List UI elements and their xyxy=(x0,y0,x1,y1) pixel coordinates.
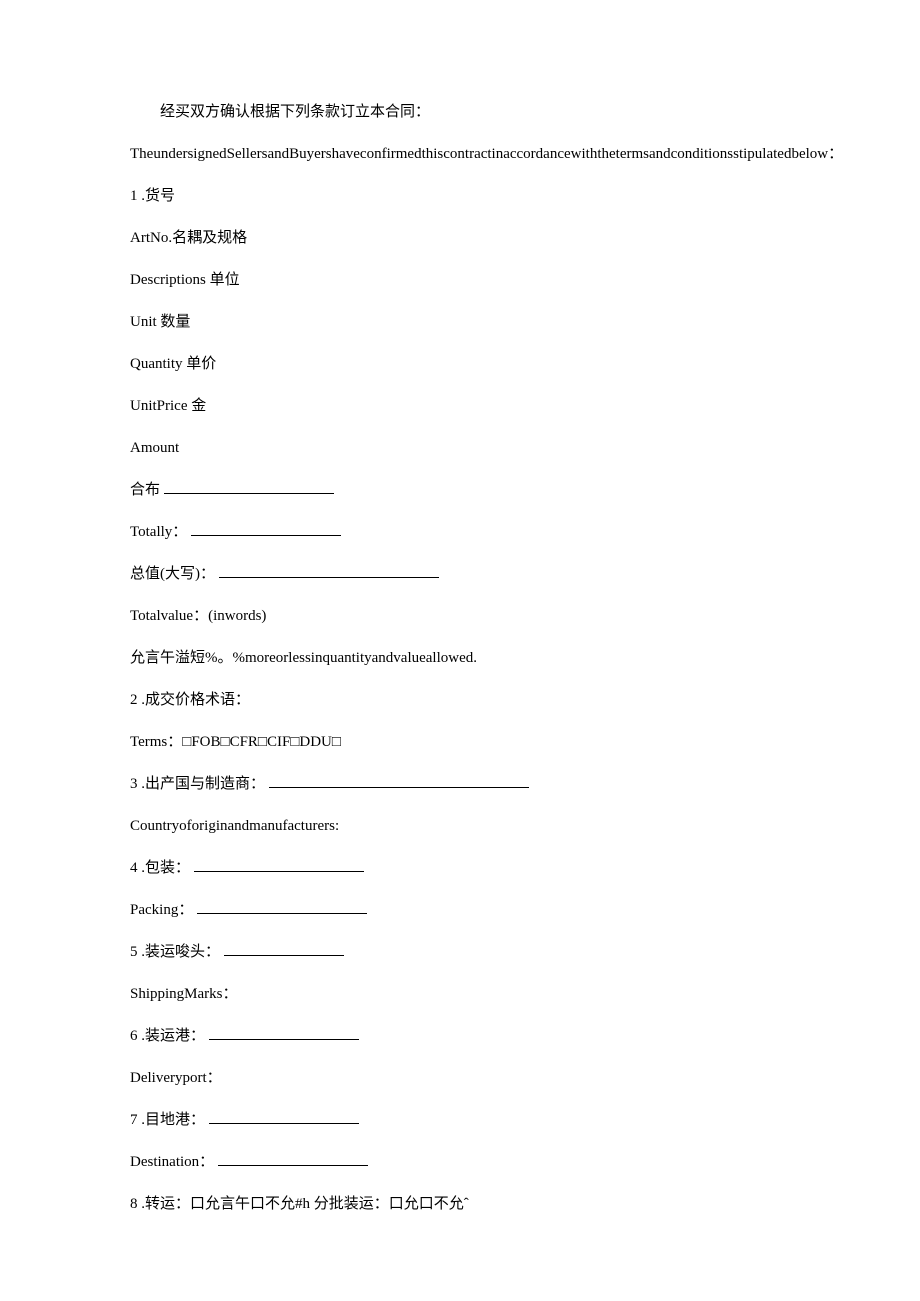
item1-unitprice: UnitPrice 金 xyxy=(100,394,820,418)
item1-allowance: 允言午溢短%。%moreorlessinquantityandvalueallo… xyxy=(100,646,820,670)
item1-unit-text: Unit 数量 xyxy=(130,314,190,330)
blank-fill[interactable] xyxy=(164,493,334,494)
item1-artno-text: ArtNo.名耦及规格 xyxy=(130,230,247,246)
blank-fill[interactable] xyxy=(197,913,367,914)
blank-fill[interactable] xyxy=(209,1039,359,1040)
item1-unit: Unit 数量 xyxy=(100,310,820,334)
blank-fill[interactable] xyxy=(224,955,344,956)
item4-en-text: Packing： xyxy=(130,902,193,918)
item1-desc-text: Descriptions 单位 xyxy=(130,272,240,288)
blank-fill[interactable] xyxy=(219,577,439,578)
item4-title: 4 .包装： xyxy=(100,856,820,880)
item1-qty-text: Quantity 单价 xyxy=(130,356,216,372)
blank-fill[interactable] xyxy=(269,787,529,788)
item1-allowance-text: 允言午溢短%。%moreorlessinquantityandvalueallo… xyxy=(130,650,477,666)
item1-amount: Amount xyxy=(100,436,820,460)
item1-amount-text: Amount xyxy=(130,440,179,456)
item8-title: 8 .转运：口允言午口不允#h 分批装运：口允口不允ˆ xyxy=(100,1192,820,1216)
item5-title-text: 5 .装运唆头： xyxy=(130,944,220,960)
item1-total-cn: 总值(大写)： xyxy=(100,562,820,586)
item6-en: Deliveryport： xyxy=(100,1066,820,1090)
item2-terms-text: Terms：□FOB□CFR□CIF□DDU□ xyxy=(130,734,341,750)
item1-unitprice-text: UnitPrice 金 xyxy=(130,398,206,414)
item3-title: 3 .出产国与制造商： xyxy=(100,772,820,796)
intro-en: TheundersignedSellersandBuyershaveconfir… xyxy=(100,142,820,166)
blank-fill[interactable] xyxy=(209,1123,359,1124)
intro-en-text: TheundersignedSellersandBuyershaveconfir… xyxy=(130,146,843,162)
item1-hebu-text: 合布 xyxy=(130,482,160,498)
item5-en-text: ShippingMarks： xyxy=(130,986,238,1002)
item5-title: 5 .装运唆头： xyxy=(100,940,820,964)
blank-fill[interactable] xyxy=(194,871,364,872)
item1-total-cn-text: 总值(大写)： xyxy=(130,566,215,582)
item1-num: 1 .货号 xyxy=(100,184,820,208)
item6-title: 6 .装运港： xyxy=(100,1024,820,1048)
item1-total-en: Totalvalue：(inwords) xyxy=(100,604,820,628)
item7-title: 7 .目地港： xyxy=(100,1108,820,1132)
item2-terms: Terms：□FOB□CFR□CIF□DDU□ xyxy=(100,730,820,754)
item3-en-text: Countryoforiginandmanufacturers: xyxy=(130,818,339,834)
item7-en-text: Destination： xyxy=(130,1154,214,1170)
item2-title: 2 .成交价格术语： xyxy=(100,688,820,712)
blank-fill[interactable] xyxy=(218,1165,368,1166)
item7-en: Destination： xyxy=(100,1150,820,1174)
blank-fill[interactable] xyxy=(191,535,341,536)
item1-hebu: 合布 xyxy=(100,478,820,502)
item6-title-text: 6 .装运港： xyxy=(130,1028,205,1044)
item1-total-en-text: Totalvalue：(inwords) xyxy=(130,608,266,624)
item1-num-text: 1 .货号 xyxy=(130,188,175,204)
item5-en: ShippingMarks： xyxy=(100,982,820,1006)
item4-en: Packing： xyxy=(100,898,820,922)
item1-artno: ArtNo.名耦及规格 xyxy=(100,226,820,250)
item1-totally-text: Totally： xyxy=(130,524,187,540)
intro-cn: 经买双方确认根据下列条款订立本合同： xyxy=(100,100,820,124)
item2-title-text: 2 .成交价格术语： xyxy=(130,692,250,708)
item3-en: Countryoforiginandmanufacturers: xyxy=(100,814,820,838)
intro-cn-text: 经买双方确认根据下列条款订立本合同： xyxy=(160,104,430,120)
item1-desc: Descriptions 单位 xyxy=(100,268,820,292)
item4-title-text: 4 .包装： xyxy=(130,860,190,876)
item6-en-text: Deliveryport： xyxy=(130,1070,222,1086)
item1-qty: Quantity 单价 xyxy=(100,352,820,376)
item7-title-text: 7 .目地港： xyxy=(130,1112,205,1128)
item1-totally: Totally： xyxy=(100,520,820,544)
item8-title-text: 8 .转运：口允言午口不允#h 分批装运：口允口不允ˆ xyxy=(130,1196,469,1212)
item3-title-text: 3 .出产国与制造商： xyxy=(130,776,265,792)
